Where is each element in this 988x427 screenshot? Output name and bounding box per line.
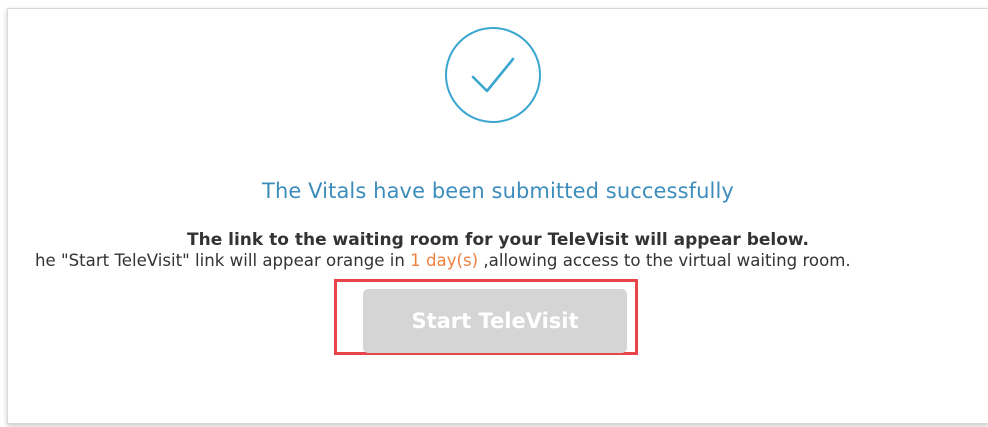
success-title: The Vitals have been submitted successfu… [262, 179, 734, 203]
start-televisit-note-prefix: he "Start TeleVisit" link will appear or… [35, 251, 411, 270]
start-televisit-button[interactable]: Start TeleVisit [363, 289, 627, 353]
checkmark-circle-icon [445, 27, 541, 123]
waiting-room-instructions: The link to the waiting room for your Te… [187, 230, 809, 250]
confirmation-panel: The Vitals have been submitted successfu… [7, 8, 988, 424]
start-televisit-note-suffix: ,allowing access to the virtual waiting … [478, 251, 851, 270]
checkmark-icon [471, 57, 515, 93]
days-remaining: 1 day(s) [410, 251, 479, 270]
start-televisit-note: he "Start TeleVisit" link will appear or… [35, 251, 988, 270]
